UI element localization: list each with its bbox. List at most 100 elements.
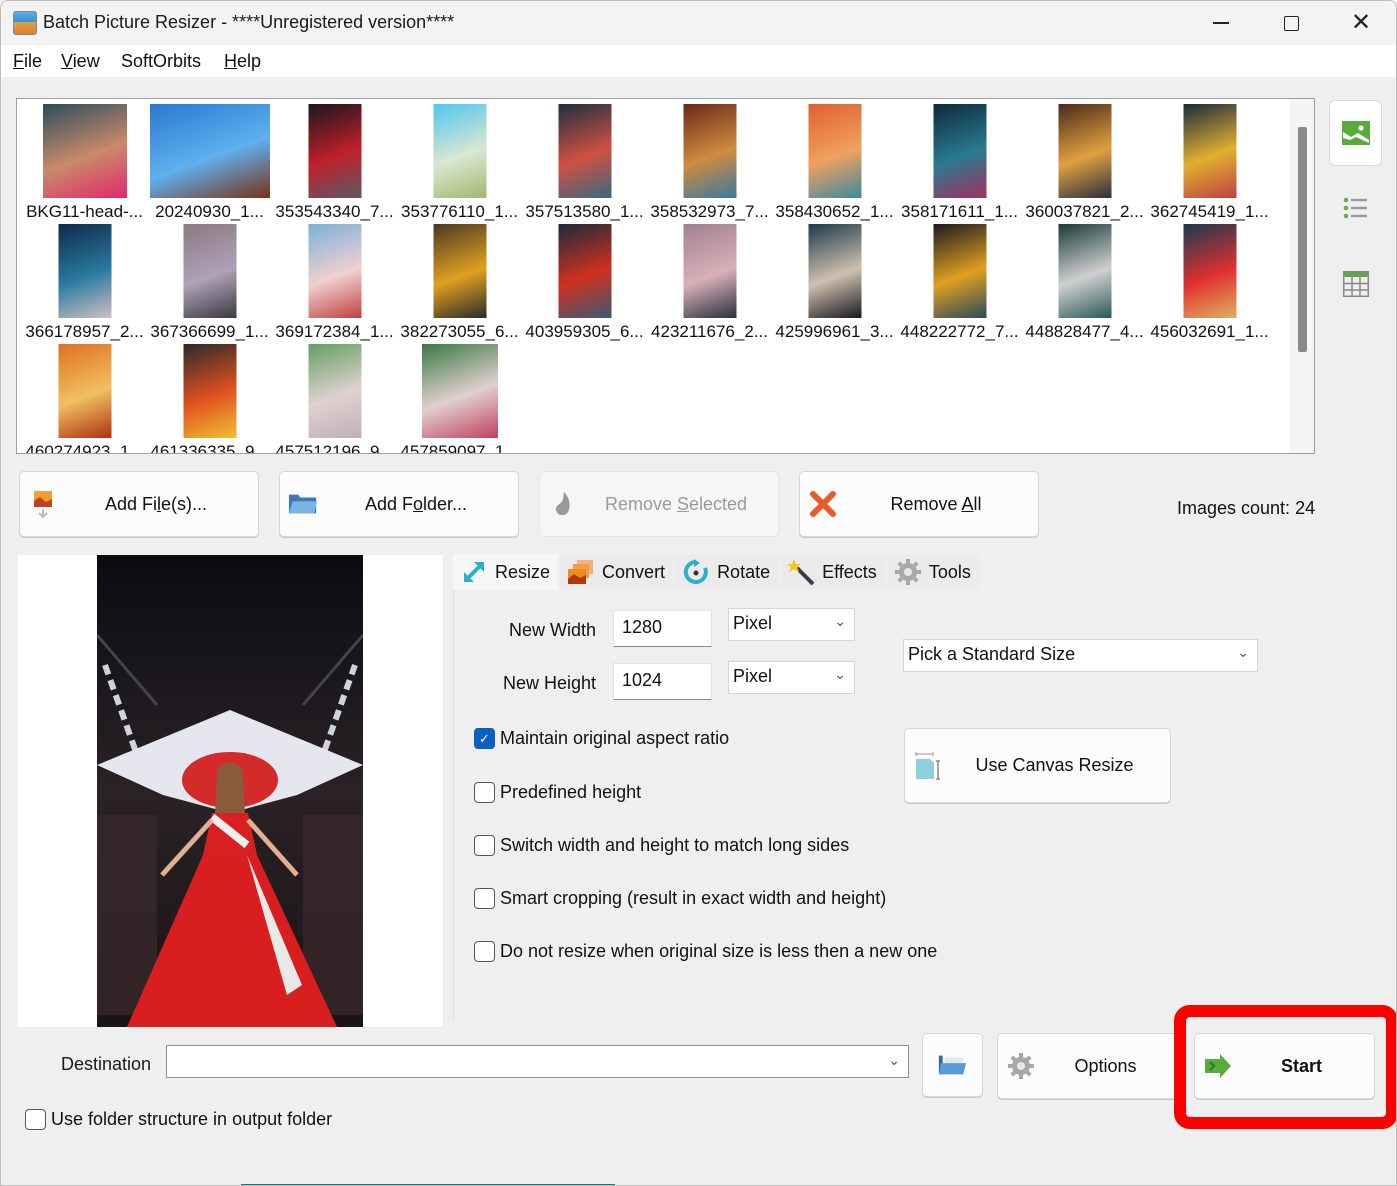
remove-selected-button[interactable]: Remove Selected	[539, 471, 779, 537]
destination-combobox[interactable]: ⌄	[166, 1045, 909, 1078]
menu-view[interactable]: View	[61, 51, 100, 72]
image-thumbnail[interactable]: BKG11-head-...	[22, 102, 147, 222]
thumbnail-filename: 369172384_1...	[275, 322, 394, 341]
use-canvas-resize-button[interactable]: Use Canvas Resize	[904, 728, 1171, 803]
close-button[interactable]: ✕	[1326, 1, 1396, 45]
thumbnail-filename: 456032691_1...	[1150, 322, 1269, 341]
menu-bar: File View SoftOrbits Help	[1, 45, 1396, 77]
thumbnail-image	[1058, 104, 1111, 198]
image-thumbnail[interactable]: 362745419_1...	[1147, 102, 1272, 222]
minimize-button[interactable]	[1186, 1, 1256, 45]
thumbnail-image	[808, 104, 861, 198]
add-folder-button[interactable]: Add Folder...	[279, 471, 519, 537]
thumbnail-filename: 457512196_9...	[275, 442, 394, 454]
remove-all-button[interactable]: Remove All	[799, 471, 1039, 537]
tab-convert[interactable]: Convert	[560, 554, 674, 590]
image-thumbnail-list[interactable]: 457859097_1... 457512196_9... 461336335_9.…	[16, 98, 1315, 454]
image-thumbnail[interactable]: 357513580_1...	[522, 102, 647, 222]
image-thumbnail[interactable]: 353543340_7...	[272, 102, 397, 222]
open-folder-icon	[937, 1050, 967, 1080]
use-folder-structure-checkbox[interactable]: Use folder structure in output folder	[25, 1109, 332, 1130]
table-icon	[1342, 271, 1369, 297]
checkbox[interactable]	[25, 1109, 46, 1130]
thumbnail-filename: 403959305_6...	[525, 322, 644, 341]
image-thumbnail[interactable]: 366178957_2...	[22, 222, 147, 342]
new-height-input[interactable]: 1024	[613, 663, 712, 700]
checkbox[interactable]	[474, 782, 495, 803]
image-thumbnail[interactable]: 457859097_1...	[397, 342, 522, 453]
menu-help[interactable]: Help	[224, 51, 261, 72]
maintain-aspect-ratio-checkbox[interactable]: ✓ Maintain original aspect ratio	[474, 728, 729, 749]
width-unit-select[interactable]: Pixel ⌄	[728, 608, 855, 641]
image-thumbnail[interactable]: 448222772_7...	[897, 222, 1022, 342]
list-view-button[interactable]	[1329, 175, 1382, 241]
image-thumbnail[interactable]: 20240930_1...	[147, 102, 272, 222]
image-thumbnail[interactable]: 369172384_1...	[272, 222, 397, 342]
menu-accel: V	[61, 51, 73, 71]
predefined-height-checkbox[interactable]: Predefined height	[474, 782, 641, 803]
browse-folder-button[interactable]	[922, 1033, 983, 1097]
maximize-button[interactable]	[1256, 1, 1326, 45]
new-width-input[interactable]: 1280	[613, 610, 712, 647]
image-thumbnail[interactable]: 353776110_1...	[397, 102, 522, 222]
image-thumbnail[interactable]: 403959305_6...	[522, 222, 647, 342]
thumbnails-view-button[interactable]	[1329, 100, 1382, 166]
checkbox-label: Switch width and height to match long si…	[500, 835, 850, 855]
switch-width-height-checkbox[interactable]: Switch width and height to match long si…	[474, 835, 849, 856]
menu-softorbits[interactable]: SoftOrbits	[121, 51, 201, 72]
menu-file[interactable]: File	[13, 51, 42, 72]
image-thumbnail[interactable]: 382273055_6...	[397, 222, 522, 342]
canvas-resize-icon	[913, 751, 943, 781]
scrollbar-thumb[interactable]	[1298, 127, 1307, 352]
checkbox[interactable]	[474, 941, 495, 962]
preview-image	[97, 555, 363, 1027]
tab-tools[interactable]: Tools	[886, 554, 979, 590]
image-thumbnail[interactable]: 423211676_2...	[647, 222, 772, 342]
thumbnail-image	[1183, 104, 1236, 198]
thumbnail-filename: 360037821_2...	[1025, 202, 1144, 221]
folder-icon	[288, 489, 318, 519]
table-view-button[interactable]	[1329, 251, 1382, 317]
list-icon	[1343, 197, 1367, 219]
image-thumbnail[interactable]: 457512196_9...	[272, 342, 397, 454]
checkbox[interactable]	[474, 888, 495, 909]
smart-cropping-checkbox[interactable]: Smart cropping (result in exact width an…	[474, 888, 886, 909]
image-thumbnail[interactable]: 358532973_7...	[647, 102, 772, 222]
checkbox-label: Use folder structure in output folder	[51, 1109, 333, 1129]
image-thumbnail[interactable]: 460274923_1...	[22, 342, 147, 453]
checkbox-checked[interactable]: ✓	[474, 728, 495, 749]
image-thumbnail[interactable]: 461336335_9...	[147, 342, 272, 453]
image-thumbnail[interactable]: 367366699_1...	[147, 222, 272, 342]
start-button-highlight	[1174, 1005, 1396, 1129]
options-button[interactable]: Options	[997, 1033, 1180, 1099]
thumbnail-filename: 362745419_1...	[1150, 202, 1269, 221]
close-icon: ✕	[1350, 9, 1372, 36]
standard-size-select[interactable]: Pick a Standard Size ⌄	[903, 639, 1258, 672]
thumbnail-image	[183, 344, 236, 438]
image-thumbnail[interactable]: 425996961_3...	[772, 222, 897, 342]
add-files-button[interactable]: Add File(s)...	[19, 471, 259, 537]
tab-resize[interactable]: Resize	[453, 554, 559, 590]
thumbnail-image	[308, 104, 361, 198]
thumbnail-image	[433, 224, 486, 318]
do-not-resize-smaller-checkbox[interactable]: Do not resize when original size is less…	[474, 941, 937, 962]
tab-effects[interactable]: Effects	[780, 554, 885, 590]
chevron-down-icon: ⌄	[834, 666, 846, 682]
image-thumbnail[interactable]: 448828477_4...	[1022, 222, 1147, 342]
image-thumbnail[interactable]: 358430652_1...	[772, 102, 897, 222]
gear-icon	[1006, 1051, 1036, 1081]
thumbnail-filename: 358430652_1...	[775, 202, 894, 221]
vertical-scrollbar[interactable]	[1290, 99, 1314, 453]
image-thumbnail[interactable]: 456032691_1...	[1147, 222, 1272, 342]
tab-rotate[interactable]: Rotate	[675, 554, 779, 590]
menu-label: iew	[72, 51, 100, 71]
checkbox[interactable]	[474, 835, 495, 856]
height-unit-value: Pixel	[733, 666, 773, 686]
height-unit-select[interactable]: Pixel ⌄	[728, 661, 855, 694]
app-icon	[13, 11, 37, 35]
image-thumbnail[interactable]: 360037821_2...	[1022, 102, 1147, 222]
window-title: Batch Picture Resizer - ****Unregistered…	[43, 12, 455, 32]
images-count: Images count: 24	[1177, 498, 1316, 518]
image-thumbnail[interactable]: 358171611_1...	[897, 102, 1022, 222]
thumbnail-image	[1058, 224, 1111, 318]
